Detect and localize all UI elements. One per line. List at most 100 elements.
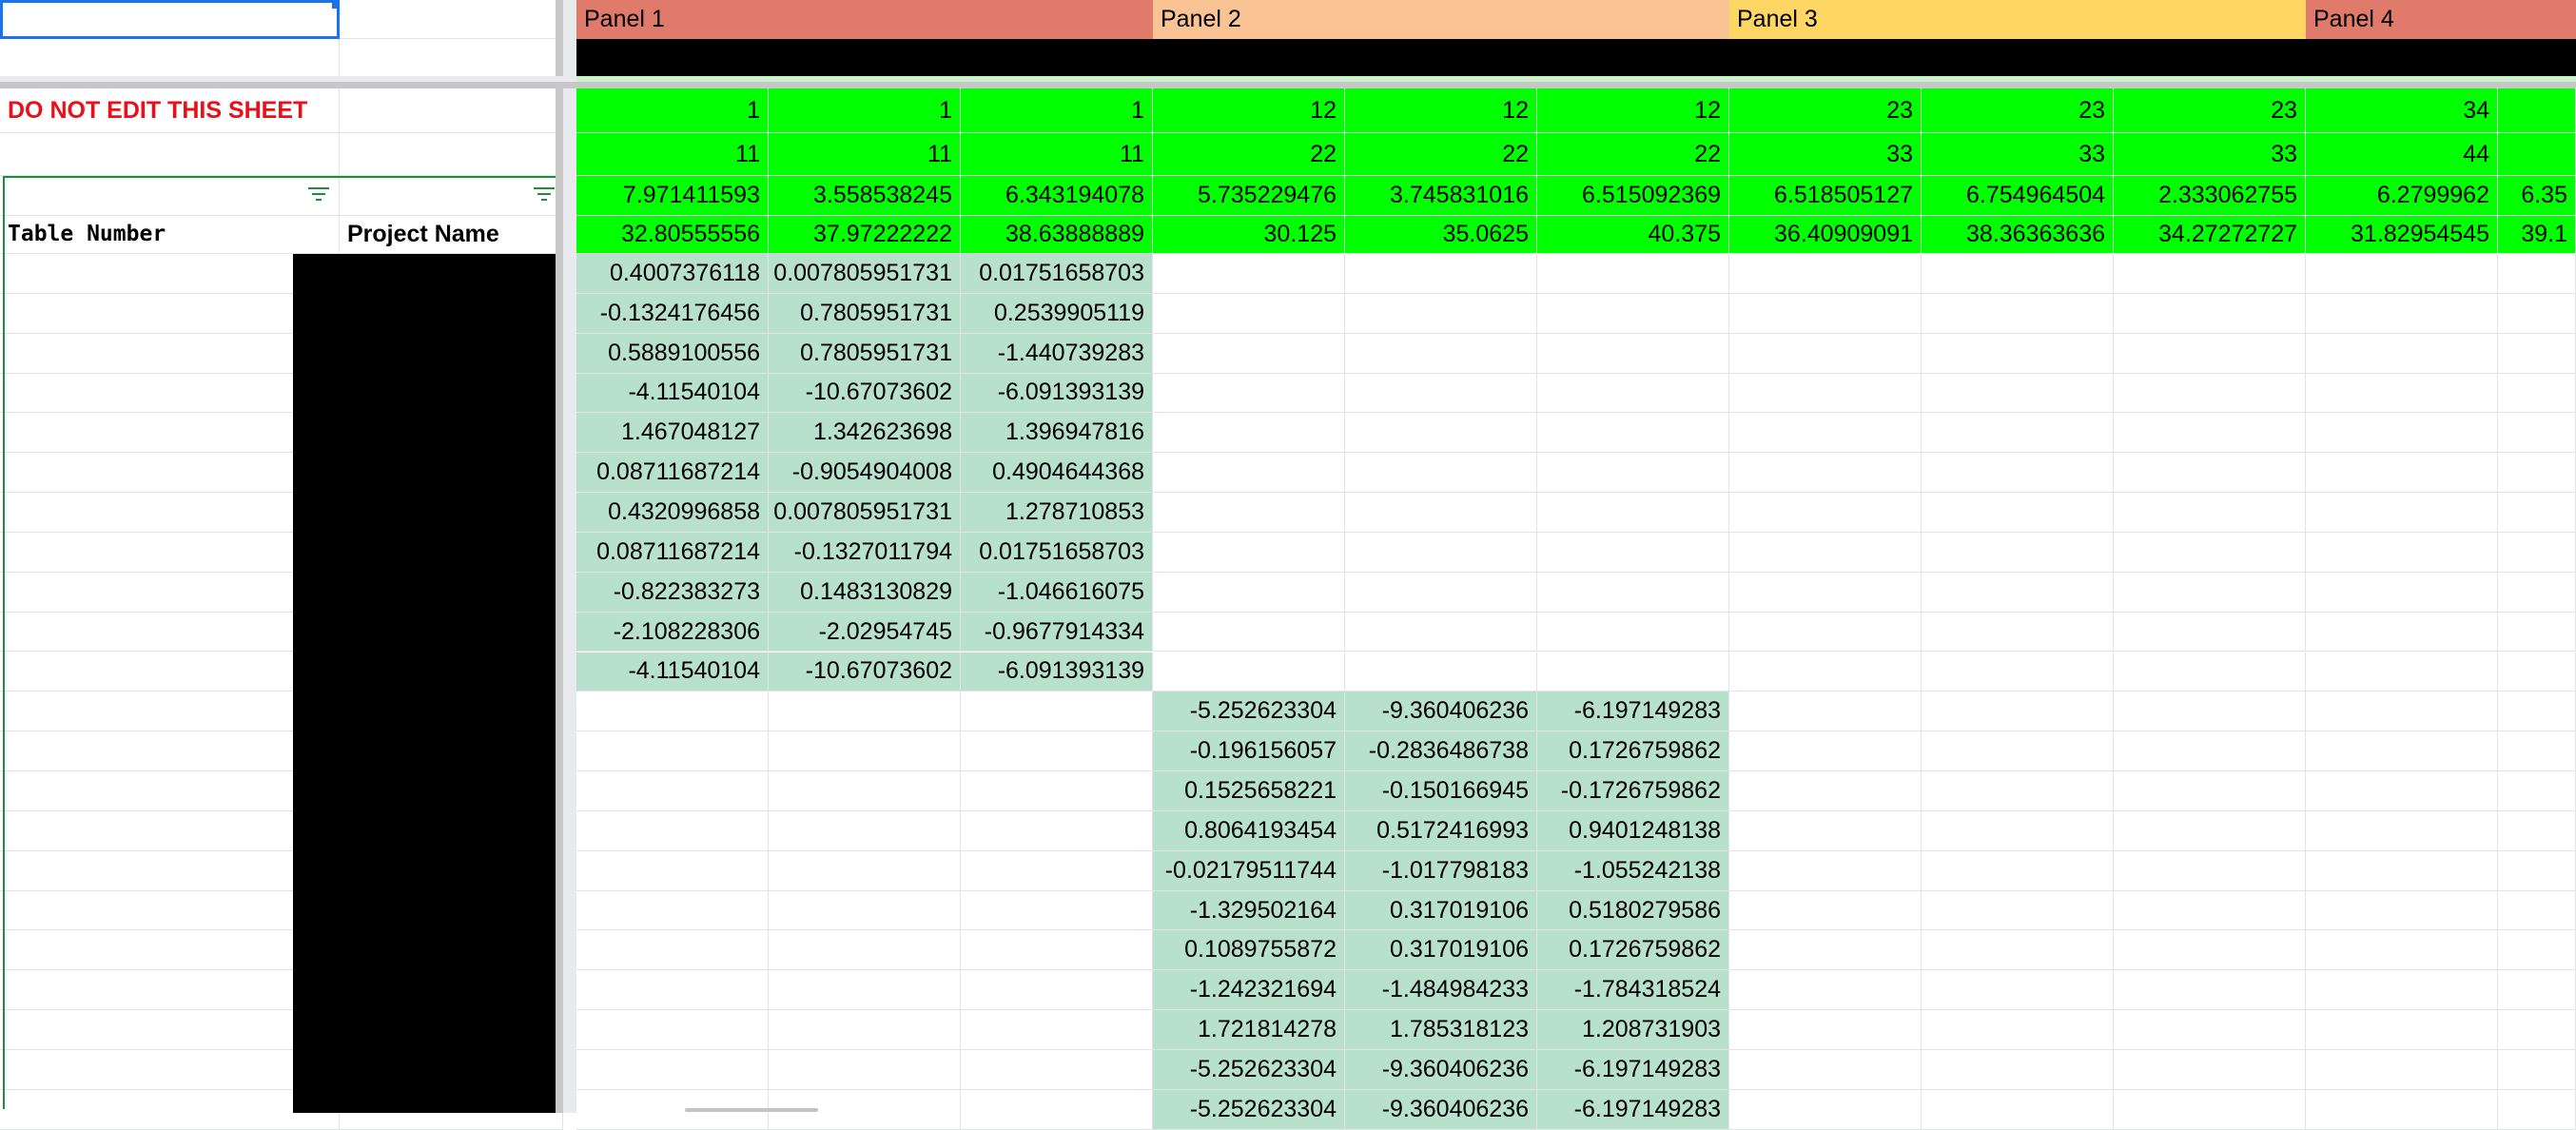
panel2-value-cell[interactable]: 1.785318123 [1345, 1010, 1537, 1050]
panel1-value-cell[interactable]: 0.4320996858 [576, 493, 769, 533]
cell[interactable] [2114, 254, 2306, 294]
panel2-value-cell[interactable]: 0.1726759862 [1537, 731, 1729, 772]
panel1-value-cell[interactable]: -0.822383273 [576, 572, 769, 613]
header-value-cell[interactable]: 6.35 [2498, 176, 2576, 216]
cell[interactable] [1729, 1089, 1922, 1130]
header-value-cell[interactable]: 40.375 [1537, 216, 1729, 254]
cell[interactable] [2114, 612, 2306, 653]
panel2-value-cell[interactable]: -9.360406236 [1345, 1050, 1537, 1090]
cell[interactable] [1922, 413, 2114, 454]
cell[interactable] [769, 692, 961, 732]
cell[interactable] [1922, 810, 2114, 851]
panel1-value-cell[interactable]: 0.007805951731 [769, 254, 961, 294]
cell[interactable] [1729, 850, 1922, 891]
cell[interactable] [1537, 652, 1729, 692]
cell[interactable] [1153, 453, 1345, 494]
header-value-cell[interactable]: 23 [1729, 88, 1922, 133]
cell[interactable] [1153, 413, 1345, 454]
header-value-cell[interactable]: 6.2799962 [2306, 176, 2498, 216]
cell[interactable] [1345, 413, 1537, 454]
panel2-value-cell[interactable]: 0.5172416993 [1345, 810, 1537, 851]
panel1-value-cell[interactable]: 1.342623698 [769, 413, 961, 454]
panel1-value-cell[interactable]: 0.4904644368 [961, 453, 1153, 494]
cell[interactable] [1153, 572, 1345, 613]
header-value-cell[interactable]: 22 [1537, 133, 1729, 176]
cell[interactable] [1537, 293, 1729, 334]
cell[interactable] [2306, 413, 2498, 454]
cell[interactable] [576, 930, 769, 971]
panel1-value-cell[interactable]: 0.01751658703 [961, 532, 1153, 573]
header-value-cell[interactable]: 6.518505127 [1729, 176, 1922, 216]
cell[interactable] [961, 692, 1153, 732]
frozen-column-divider[interactable] [556, 0, 563, 1113]
cell[interactable] [1537, 453, 1729, 494]
panel1-value-cell[interactable]: 0.7805951731 [769, 333, 961, 374]
cell[interactable] [1729, 731, 1922, 772]
cell[interactable] [1922, 1050, 2114, 1090]
cell[interactable] [576, 771, 769, 811]
header-value-cell[interactable]: 6.515092369 [1537, 176, 1729, 216]
cell[interactable] [2498, 1089, 2576, 1130]
cell[interactable] [2306, 810, 2498, 851]
cell[interactable] [1922, 890, 2114, 931]
cell[interactable] [2114, 453, 2306, 494]
panel1-value-cell[interactable]: 0.007805951731 [769, 493, 961, 533]
panel2-value-cell[interactable]: -1.329502164 [1153, 890, 1345, 931]
cell[interactable] [2498, 1010, 2576, 1050]
header-value-cell[interactable]: 3.558538245 [769, 176, 961, 216]
cell[interactable] [1345, 572, 1537, 613]
panel2-value-cell[interactable]: -1.017798183 [1345, 850, 1537, 891]
header-value-cell[interactable]: 32.80555556 [576, 216, 769, 254]
panel2-value-cell[interactable]: 0.317019106 [1345, 930, 1537, 971]
cell[interactable] [769, 731, 961, 772]
cell[interactable] [961, 810, 1153, 851]
panel2-value-cell[interactable]: -6.197149283 [1537, 1050, 1729, 1090]
cell[interactable] [1729, 333, 1922, 374]
cell[interactable] [1922, 970, 2114, 1011]
cell[interactable] [2114, 970, 2306, 1011]
cell[interactable] [2306, 930, 2498, 971]
cell[interactable] [961, 970, 1153, 1011]
cell[interactable] [2306, 850, 2498, 891]
cell[interactable] [1922, 333, 2114, 374]
header-value-cell[interactable]: 2.333062755 [2114, 176, 2306, 216]
cell[interactable] [1729, 612, 1922, 653]
cell[interactable] [576, 890, 769, 931]
cell[interactable] [1922, 692, 2114, 732]
header-value-cell[interactable]: 30.125 [1153, 216, 1345, 254]
cell[interactable] [2498, 930, 2576, 971]
cell[interactable] [1153, 493, 1345, 533]
panel2-value-cell[interactable]: -5.252623304 [1153, 1089, 1345, 1130]
panel2-value-cell[interactable]: -0.02179511744 [1153, 850, 1345, 891]
panel2-value-cell[interactable]: 1.721814278 [1153, 1010, 1345, 1050]
cell[interactable] [1729, 493, 1922, 533]
cell[interactable] [1729, 413, 1922, 454]
cell[interactable] [1922, 453, 2114, 494]
cell[interactable] [1729, 254, 1922, 294]
panel1-value-cell[interactable]: 0.08711687214 [576, 453, 769, 494]
cell[interactable] [769, 771, 961, 811]
header-value-cell[interactable]: 12 [1153, 88, 1345, 133]
panel1-value-cell[interactable]: -2.108228306 [576, 612, 769, 653]
cell[interactable] [1537, 572, 1729, 613]
panel2-value-cell[interactable]: -0.150166945 [1345, 771, 1537, 811]
cell[interactable] [1537, 413, 1729, 454]
cell[interactable] [769, 1010, 961, 1050]
horizontal-scrollbar[interactable] [685, 1108, 818, 1112]
panel2-value-cell[interactable]: 0.9401248138 [1537, 810, 1729, 851]
cell[interactable] [2306, 731, 2498, 772]
header-value-cell[interactable]: 5.735229476 [1153, 176, 1345, 216]
panel2-value-cell[interactable]: 0.1089755872 [1153, 930, 1345, 971]
cell[interactable] [1537, 373, 1729, 414]
cell[interactable] [1153, 612, 1345, 653]
header-value-cell[interactable]: 35.0625 [1345, 216, 1537, 254]
header-value-cell[interactable]: 12 [1345, 88, 1537, 133]
header-value-cell[interactable]: 33 [1922, 133, 2114, 176]
cell[interactable] [1729, 293, 1922, 334]
cell[interactable] [340, 133, 563, 176]
cell[interactable] [1729, 652, 1922, 692]
cell[interactable] [340, 0, 563, 39]
panel2-value-cell[interactable]: -0.1726759862 [1537, 771, 1729, 811]
cell[interactable] [1922, 254, 2114, 294]
header-value-cell[interactable]: 23 [2114, 88, 2306, 133]
